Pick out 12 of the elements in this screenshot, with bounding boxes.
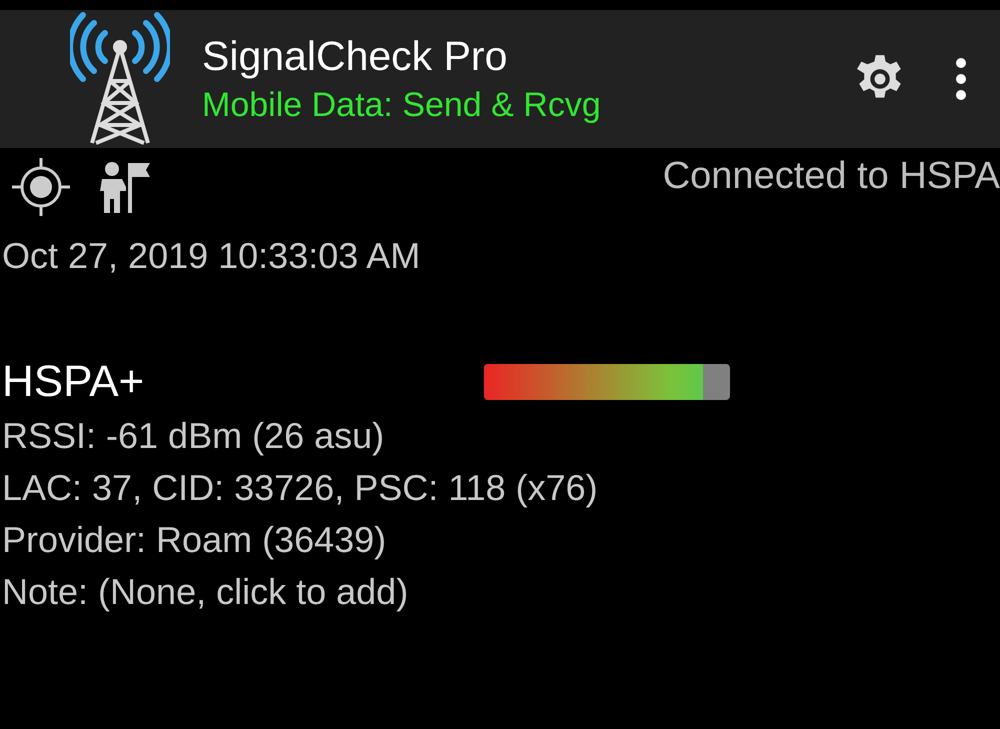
connection-status: Connected to HSPA	[662, 154, 1000, 198]
timestamp: Oct 27, 2019 10:33:03 AM	[1, 234, 422, 278]
network-detail: Provider: Roam (36439)	[1, 518, 388, 562]
network-type: HSPA+	[1, 356, 144, 408]
tower-logo-icon	[70, 11, 170, 147]
more-options-icon	[954, 57, 968, 101]
network-detail: LAC: 37, CID: 33726, PSC: 118 (x76)	[1, 466, 599, 510]
network-detail: RSSI: -61 dBm (26 asu)	[1, 414, 386, 458]
network-detail[interactable]: Note: (None, click to add)	[0, 566, 1000, 618]
location-target-icon[interactable]	[10, 156, 72, 218]
app-title: SignalCheck Pro	[202, 33, 508, 80]
mobile-data-status: Mobile Data: Send & Rcvg	[202, 86, 602, 125]
